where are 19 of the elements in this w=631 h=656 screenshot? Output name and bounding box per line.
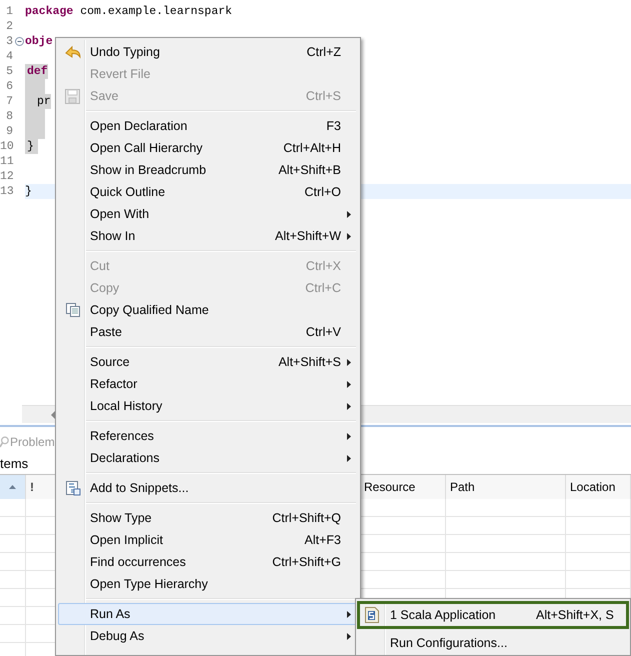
- line-number: 9: [5, 124, 13, 140]
- line-number: 12: [0, 168, 13, 185]
- line-number: 7: [5, 94, 13, 110]
- code-line: def: [27, 64, 48, 80]
- code-line: obje: [25, 34, 53, 50]
- line-number: 4: [5, 48, 13, 65]
- code-line: }: [25, 184, 32, 200]
- line-number: 8: [5, 108, 13, 125]
- line-number: 13: [0, 184, 13, 200]
- line-number: 5: [5, 64, 13, 80]
- line-number: 10: [0, 138, 13, 155]
- line-number: 11: [0, 154, 13, 170]
- line-number: 1: [5, 4, 13, 20]
- code-line: pr: [37, 94, 51, 110]
- code-line: package com.example.learnspark: [25, 4, 232, 20]
- code-line: }: [27, 138, 34, 155]
- line-number: 6: [5, 78, 13, 95]
- line-number: 3: [5, 34, 13, 50]
- line-number: 2: [5, 18, 13, 35]
